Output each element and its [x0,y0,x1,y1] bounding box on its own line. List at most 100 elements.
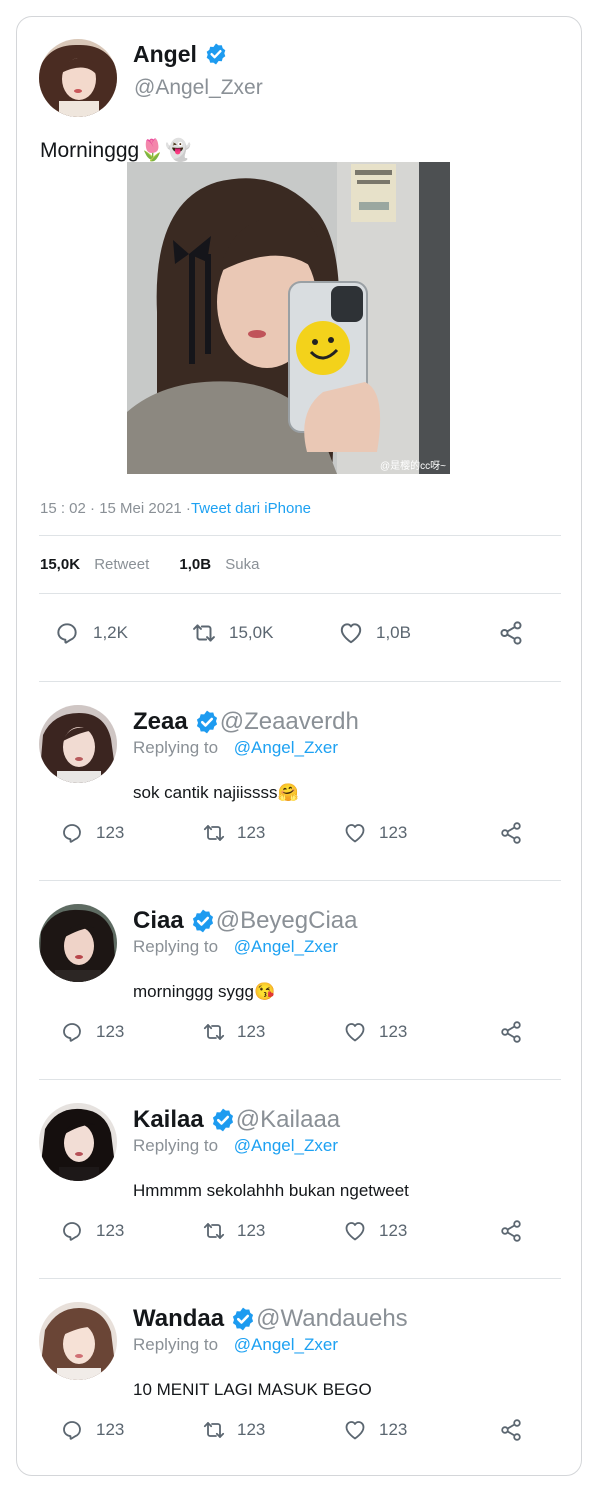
tweet-photo[interactable]: @是樱的cc呀~ [127,162,450,474]
retweet-icon [189,620,219,646]
retweet-button[interactable]: 123 [200,1219,265,1243]
avatar[interactable] [39,39,117,117]
retweet-count: 15,0K [229,623,274,642]
retweet-count: 123 [237,823,266,842]
retweet-icon [200,1418,228,1442]
reply-icon [54,620,80,646]
like-count: 123 [379,1022,408,1041]
replying-to-row: Replying to @Angel_Zxer [133,1136,338,1156]
share-button[interactable] [499,1219,523,1243]
reply-avatar[interactable] [39,904,117,982]
reply-avatar[interactable] [39,1103,117,1181]
reply-author-name[interactable]: Wandaa [133,1305,224,1333]
replying-to-row: Replying to @Angel_Zxer [133,738,338,758]
heart-icon [341,1219,369,1243]
reply-button[interactable]: 123 [60,1020,124,1044]
reply-button[interactable]: 123 [60,821,124,845]
reply-icon [60,821,84,845]
like-button[interactable]: 123 [341,1020,407,1044]
author-name[interactable]: Angel [133,41,197,68]
reply-header: Zeaa @Zeaaverdh [133,707,359,737]
replying-to-link[interactable]: @Angel_Zxer [234,1136,338,1155]
timestamp: 15 : 02 · 15 Mei 2021 · [40,500,191,517]
replying-to-link[interactable]: @Angel_Zxer [234,1335,338,1354]
reply-icon [60,1020,84,1044]
reply-author-name[interactable]: Kailaa [133,1106,204,1134]
heart-icon [341,821,369,845]
reply-icon [60,1418,84,1442]
reply-count: 123 [96,1221,125,1240]
retweet-button[interactable]: 123 [200,1418,265,1442]
verified-icon [194,709,220,735]
replying-to-link[interactable]: @Angel_Zxer [234,937,338,956]
like-button[interactable]: 123 [341,821,407,845]
share-button[interactable] [499,821,523,845]
retweet-count: 123 [237,1022,266,1041]
reply-author-handle[interactable]: @BeyegCiaa [216,907,358,935]
retweet-stat[interactable]: 15,0K Retweet [40,556,149,573]
heart-icon [341,1418,369,1442]
reply-button[interactable]: 1,2K [54,620,128,646]
verified-icon [204,42,228,66]
share-button[interactable] [499,1020,523,1044]
replying-to-row: Replying to @Angel_Zxer [133,1335,338,1355]
replying-to-link[interactable]: @Angel_Zxer [234,738,338,757]
reply-avatar[interactable] [39,705,117,783]
retweet-button[interactable]: 123 [200,821,265,845]
timestamp-row: 15 : 02 · 15 Mei 2021 ·Tweet dari iPhone [40,500,311,517]
reply-author-handle[interactable]: @Wandauehs [256,1305,408,1333]
reply-text: Hmmmm sekolahhh bukan ngetweet [133,1181,409,1200]
like-stat-label: Suka [225,556,260,573]
reply-author-handle[interactable]: @Zeaaverdh [220,708,359,736]
divider [39,1278,561,1279]
share-button[interactable] [499,1418,523,1442]
reply-text: 10 MENIT LAGI MASUK BEGO [133,1380,372,1399]
reply-author-handle[interactable]: @Kailaaa [236,1106,340,1134]
reply-count: 123 [96,1420,125,1439]
reply-author-name[interactable]: Zeaa [133,708,188,736]
share-button[interactable] [498,620,524,646]
retweet-button[interactable]: 123 [200,1020,265,1044]
like-button[interactable]: 1,0B [336,620,411,646]
like-button[interactable]: 123 [341,1219,407,1243]
reply-header: Kailaa @Kailaaa [133,1105,340,1135]
reply-text: morninggg sygg😘 [133,982,276,1001]
divider [39,1079,561,1080]
heart-icon [336,620,366,646]
divider [39,681,561,682]
share-icon [499,1418,523,1442]
retweet-count: 123 [237,1221,266,1240]
divider [39,880,561,881]
verified-icon [210,1107,236,1133]
retweet-icon [200,821,228,845]
reply-header: Wandaa @Wandauehs [133,1304,408,1334]
retweet-stat-label: Retweet [94,556,150,573]
author-name-row: Angel [133,41,228,67]
reply-button[interactable]: 123 [60,1418,124,1442]
replying-to-row: Replying to @Angel_Zxer [133,937,338,957]
reply-avatar[interactable] [39,1302,117,1380]
like-count: 1,0B [376,623,411,642]
retweet-icon [200,1020,228,1044]
author-handle[interactable]: @Angel_Zxer [134,76,263,100]
reply-text: sok cantik najiissss🤗 [133,783,299,802]
replying-to-label: Replying to [133,1335,219,1354]
reply-author-name[interactable]: Ciaa [133,907,184,935]
like-stat[interactable]: 1,0B Suka [179,556,259,573]
share-icon [498,620,524,646]
tweet-source-link[interactable]: Tweet dari iPhone [191,500,311,517]
like-count: 123 [379,823,408,842]
retweet-stat-count: 15,0K [40,556,81,573]
share-icon [499,821,523,845]
like-stat-count: 1,0B [179,556,212,573]
retweet-button[interactable]: 15,0K [189,620,273,646]
share-icon [499,1020,523,1044]
replying-to-label: Replying to [133,937,219,956]
reply-header: Ciaa @BeyegCiaa [133,906,357,936]
reply-count: 1,2K [93,623,128,642]
heart-icon [341,1020,369,1044]
like-button[interactable]: 123 [341,1418,407,1442]
tweet-text: Morninggg🌷👻 [40,139,192,162]
stats-row: 15,0K Retweet 1,0B Suka [40,556,259,573]
reply-button[interactable]: 123 [60,1219,124,1243]
